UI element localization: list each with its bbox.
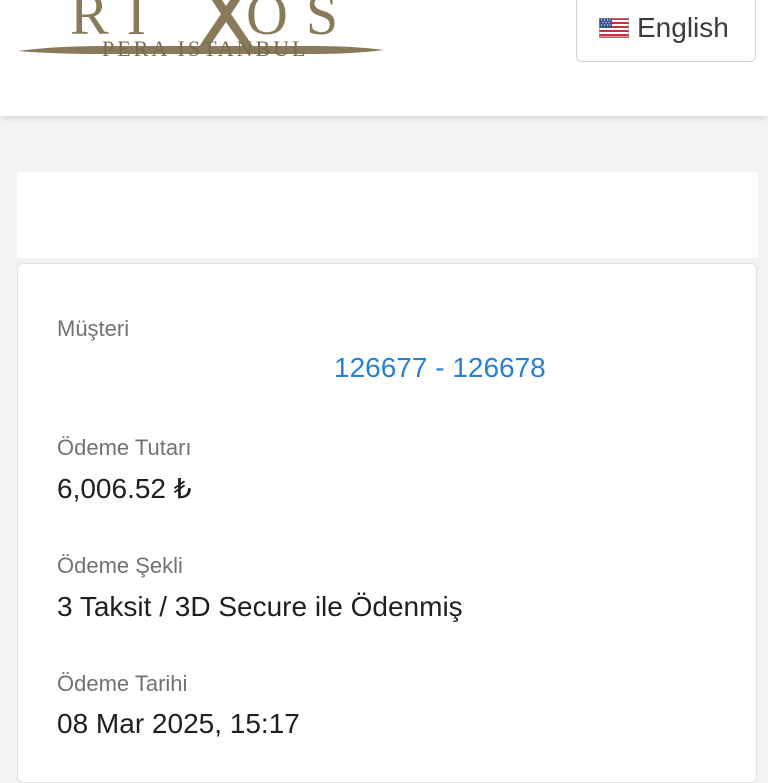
customer-label: Müşteri bbox=[57, 316, 130, 341]
logo-subtitle: PERA ISTANBUL bbox=[102, 36, 309, 61]
payment-date-label: Ödeme Tarihi bbox=[57, 671, 188, 696]
language-button[interactable]: English bbox=[576, 0, 756, 62]
site-header: RI OS PERA ISTANBUL English bbox=[0, 0, 768, 116]
blank-panel bbox=[17, 172, 758, 258]
payment-details-card: Müşteri 126677 - 126678 Ödeme Tutarı 6,0… bbox=[17, 263, 757, 783]
amount-value: 6,006.52 ₺ bbox=[57, 473, 192, 504]
payment-method-label: Ödeme Şekli bbox=[57, 553, 183, 578]
payment-method-value: 3 Taksit / 3D Secure ile Ödenmiş bbox=[57, 591, 463, 622]
language-label: English bbox=[637, 12, 729, 43]
amount-label: Ödeme Tutarı bbox=[57, 435, 192, 460]
customer-reference-link[interactable]: 126677 - 126678 bbox=[334, 352, 546, 384]
rixos-logo[interactable]: RI OS PERA ISTANBUL bbox=[14, 0, 388, 86]
payment-date-value: 08 Mar 2025, 15:17 bbox=[57, 708, 300, 739]
us-flag-icon bbox=[599, 18, 629, 38]
